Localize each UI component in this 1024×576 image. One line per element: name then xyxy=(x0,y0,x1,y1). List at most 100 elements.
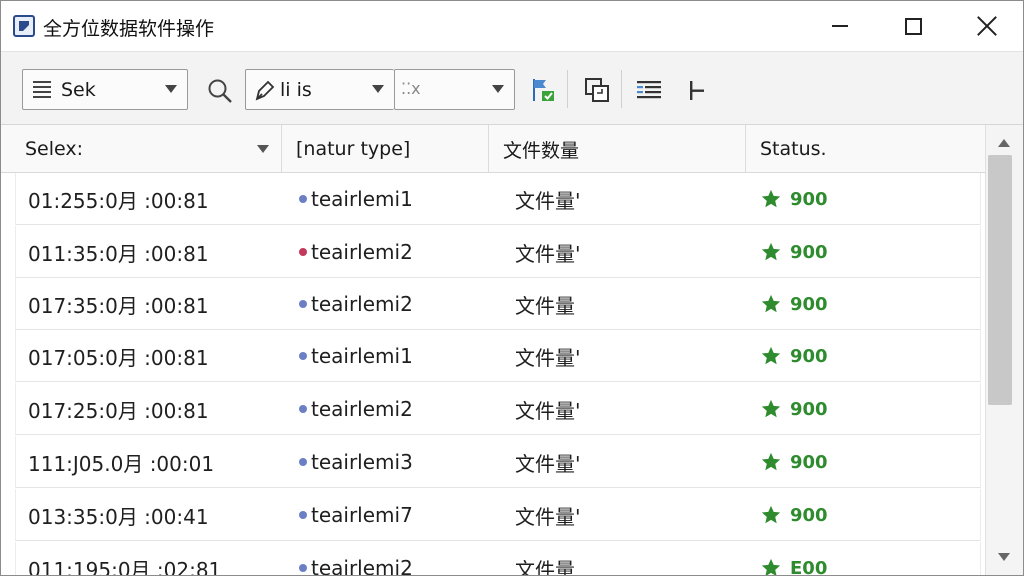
vertical-scrollbar[interactable] xyxy=(985,125,1023,575)
sort-arrow-icon[interactable] xyxy=(257,145,269,153)
file-table: Selex: [natur type] 文件数量 Status. 01:255:… xyxy=(1,125,985,576)
cell-status: 900 xyxy=(760,330,828,382)
column-header-label: Status. xyxy=(760,138,827,160)
title-bar[interactable]: 全方位数据软件操作 xyxy=(1,1,1023,51)
status-dot xyxy=(299,195,307,203)
status-dot xyxy=(299,458,307,466)
cell-name: teairlemi2 xyxy=(299,383,413,435)
cell-status: 900 xyxy=(760,226,828,278)
cell-type: 文件量' xyxy=(515,188,581,213)
cell-name-text: teairlemi1 xyxy=(311,187,413,211)
table-body[interactable]: 01:255:0月 :00:81 teairlemi1 文件量' 900 011… xyxy=(1,173,985,576)
cell-type: 文件量' xyxy=(515,504,581,529)
maximize-button[interactable] xyxy=(890,6,936,46)
toolbar-divider xyxy=(621,70,622,108)
cell-name-text: teairlemi2 xyxy=(311,292,413,316)
table-row[interactable]: 017:25:0月 :00:81 teairlemi2 文件量' 900 xyxy=(15,383,981,435)
star-icon xyxy=(761,399,781,418)
minimize-button[interactable] xyxy=(817,6,863,46)
star-icon xyxy=(761,505,781,524)
cell-name-text: teairlemi1 xyxy=(311,344,413,368)
close-icon xyxy=(976,15,998,37)
cell-time: 017:05:0月 :00:81 xyxy=(28,345,209,370)
status-dot xyxy=(299,248,307,256)
star-icon xyxy=(761,189,781,208)
cell-time: 011:35:0月 :00:81 xyxy=(28,241,209,266)
table-row[interactable]: 01:255:0月 :00:81 teairlemi1 文件量' 900 xyxy=(15,173,981,225)
column-header-type[interactable]: [natur type] xyxy=(282,125,489,173)
table-row[interactable]: 011:195:0月 :02:81 teairlemi2 文件量 E00 xyxy=(15,542,981,576)
column-header-status[interactable]: Status. xyxy=(746,125,985,173)
view-dropdown[interactable]: Sek xyxy=(22,69,188,110)
table-row[interactable]: 011:35:0月 :00:81 teairlemi2 文件量' 900 xyxy=(15,226,981,278)
close-button[interactable] xyxy=(964,6,1010,46)
cell-type: 文件量 xyxy=(515,557,575,576)
status-dot xyxy=(299,511,307,519)
cell-name: teairlemi2 xyxy=(299,278,413,330)
view-dropdown-value: Sek xyxy=(61,79,96,101)
status-value: E00 xyxy=(790,557,828,576)
cell-name-text: teairlemi2 xyxy=(311,240,413,264)
chevron-down-icon xyxy=(165,85,177,93)
cell-type: 文件量' xyxy=(515,451,581,476)
maximize-icon xyxy=(904,17,922,35)
status-value: 900 xyxy=(790,451,828,473)
split-icon xyxy=(690,81,704,100)
filter-dropdown[interactable]: li is xyxy=(245,69,394,110)
star-icon xyxy=(761,242,781,261)
table-row[interactable]: 017:35:0月 :00:81 teairlemi2 文件量 900 xyxy=(15,278,981,330)
list-view-button[interactable] xyxy=(633,74,665,106)
toolbar: Sek li is ⁚⁚x xyxy=(1,51,1023,125)
cell-name-text: teairlemi2 xyxy=(311,397,413,421)
status-dot xyxy=(299,405,307,413)
cell-type: 文件量' xyxy=(515,241,581,266)
app-icon xyxy=(13,15,35,37)
scroll-down-arrow-icon[interactable] xyxy=(998,553,1010,561)
cell-status: 900 xyxy=(760,436,828,488)
table-row[interactable]: 111:J05.0月 :00:01 teairlemi3 文件量' 900 xyxy=(15,436,981,488)
pen-icon xyxy=(255,80,275,101)
status-value: 900 xyxy=(790,241,828,263)
type-dropdown-value: ⁚⁚x xyxy=(401,79,421,98)
toolbar-divider xyxy=(567,70,568,108)
cell-name: teairlemi7 xyxy=(299,489,413,541)
chevron-down-icon xyxy=(372,85,384,93)
cell-time: 111:J05.0月 :00:01 xyxy=(28,451,215,476)
cell-name: teairlemi1 xyxy=(299,173,413,225)
table-row[interactable]: 013:35:0月 :00:41 teairlemi7 文件量' 900 xyxy=(15,489,981,541)
star-icon xyxy=(761,346,781,365)
status-value: 900 xyxy=(790,345,828,367)
cell-name-text: teairlemi7 xyxy=(311,503,413,527)
status-value: 900 xyxy=(790,188,828,210)
status-dot xyxy=(299,564,307,572)
cell-status: E00 xyxy=(760,542,828,576)
column-header-label: Selex: xyxy=(25,138,84,160)
status-value: 900 xyxy=(790,504,828,526)
table-row[interactable]: 017:05:0月 :00:81 teairlemi1 文件量' 900 xyxy=(15,330,981,382)
search-icon[interactable] xyxy=(207,78,233,104)
cell-type: 文件量' xyxy=(515,398,581,423)
split-button[interactable] xyxy=(681,74,713,106)
cell-type: 文件量 xyxy=(515,293,575,318)
cell-time: 017:35:0月 :00:81 xyxy=(28,293,209,318)
cell-status: 900 xyxy=(760,278,828,330)
window-title: 全方位数据软件操作 xyxy=(43,18,215,40)
cell-status: 900 xyxy=(760,383,828,435)
flag-sync-button[interactable] xyxy=(527,74,559,106)
status-dot xyxy=(299,300,307,308)
star-icon xyxy=(761,294,781,313)
cell-status: 900 xyxy=(760,489,828,541)
cell-time: 01:255:0月 :00:81 xyxy=(28,188,209,213)
column-header-count[interactable]: 文件数量 xyxy=(489,125,746,173)
scrollbar-thumb[interactable] xyxy=(988,155,1012,405)
list-view-icon xyxy=(637,81,661,99)
type-dropdown[interactable]: ⁚⁚x xyxy=(394,69,515,110)
cell-name-text: teairlemi2 xyxy=(311,556,413,576)
star-icon xyxy=(761,452,781,471)
cell-time: 011:195:0月 :02:81 xyxy=(28,557,222,576)
scroll-up-arrow-icon[interactable] xyxy=(998,139,1010,147)
column-header-select[interactable]: Selex: xyxy=(11,125,282,173)
copy-button[interactable] xyxy=(581,74,613,106)
chevron-down-icon xyxy=(492,85,504,93)
table-header: Selex: [natur type] 文件数量 Status. xyxy=(1,125,985,173)
